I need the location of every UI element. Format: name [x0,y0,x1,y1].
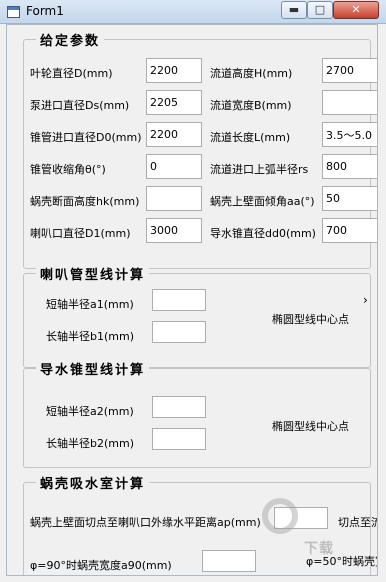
bellmouth-group-title: 喇叭管型线计算 [36,264,150,283]
tangent-to-flow-label: 切点至流 [338,516,378,529]
pump-inlet-diameter-label: 泵进口直径Ds(mm) [30,99,130,112]
bellmouth-major-axis-input[interactable] [152,321,206,343]
watermark-logo-icon [262,498,298,534]
impeller-diameter-label: 叶轮直径D(mm) [30,67,113,80]
close-button[interactable]: ✕ [333,1,379,19]
tangent-distance-label: 蜗壳上壁面切点至喇叭口外缘水平距离ap(mm) [30,516,261,529]
params-group: 给定参数 叶轮直径D(mm) 流道高度H(mm) 泵进口直径Ds(mm) 流道宽… [23,30,377,269]
overflow-arrow-icon: › [363,293,368,307]
width-90-input[interactable] [202,550,256,572]
impeller-diameter-input[interactable] [146,58,202,83]
guide-cone-diameter-label: 导水锥直径dd0(mm) [210,227,316,240]
runner-height-label: 流道高度H(mm) [210,67,293,80]
guide-cone-major-axis-input[interactable] [152,428,206,450]
volute-group-title: 蜗壳吸水室计算 [36,473,150,492]
guide-cone-minor-axis-label: 短轴半径a2(mm) [46,405,134,418]
guide-cone-diameter-input[interactable] [322,218,377,243]
bellmouth-minor-axis-input[interactable] [152,289,206,311]
guide-cone-group: 导水锥型线计算 短轴半径a2(mm) 长轴半径b2(mm) 椭圆型线中心点 [23,359,371,468]
runner-height-input[interactable] [322,58,377,83]
title-bar[interactable]: Form1 ▬ □ ✕ [0,0,386,24]
pump-inlet-diameter-input[interactable] [146,90,202,115]
guide-cone-major-axis-label: 长轴半径b2(mm) [46,437,134,450]
maximize-button[interactable]: □ [307,1,333,19]
cone-angle-input[interactable] [146,154,202,179]
runner-width-input[interactable] [322,90,377,115]
inlet-upper-arc-input[interactable] [322,154,377,179]
bellmouth-minor-axis-label: 短轴半径a1(mm) [46,298,134,311]
watermark-text: 下载 [304,541,334,557]
runner-length-label: 流道长度L(mm) [210,131,291,144]
bellmouth-group: 喇叭管型线计算 短轴半径a1(mm) 长轴半径b1(mm) 椭圆型线中心点 › [23,264,371,368]
cone-inlet-diameter-input[interactable] [146,122,202,147]
params-group-title: 给定参数 [36,30,105,49]
form-client-area: 给定参数 叶轮直径D(mm) 流道高度H(mm) 泵进口直径Ds(mm) 流道宽… [6,24,378,576]
cone-angle-label: 锥管收缩角θ(°) [30,163,106,176]
app-icon[interactable] [7,6,20,18]
bellmouth-center-label: 椭圆型线中心点 [272,313,349,326]
runner-length-input[interactable] [322,122,377,147]
bellmouth-major-axis-label: 长轴半径b1(mm) [46,330,134,343]
minimize-button[interactable]: ▬ [281,1,307,19]
guide-cone-minor-axis-input[interactable] [152,396,206,418]
cone-inlet-diameter-label: 锥管进口直径D0(mm) [30,131,142,144]
inlet-upper-arc-label: 流道进口上弧半径rs [210,163,309,176]
bellmouth-diameter-label: 喇叭口直径D1(mm) [30,227,131,240]
volute-section-height-label: 蜗壳断面高度hk(mm) [30,195,140,208]
volute-wall-angle-input[interactable] [322,186,377,211]
runner-width-label: 流道宽度B(mm) [210,99,292,112]
volute-group: 蜗壳吸水室计算 蜗壳上壁面切点至喇叭口外缘水平距离ap(mm) 切点至流 φ=9… [23,473,377,575]
volute-wall-angle-label: 蜗壳上壁面倾角aa(°) [210,195,315,208]
window-title: Form1 [26,4,64,18]
guide-cone-center-label: 椭圆型线中心点 [272,420,349,433]
width-90-label: φ=90°时蜗壳宽度a90(mm) [30,559,172,572]
bellmouth-diameter-input[interactable] [146,218,202,243]
volute-section-height-input[interactable] [146,186,202,211]
guide-cone-group-title: 导水锥型线计算 [36,359,150,378]
